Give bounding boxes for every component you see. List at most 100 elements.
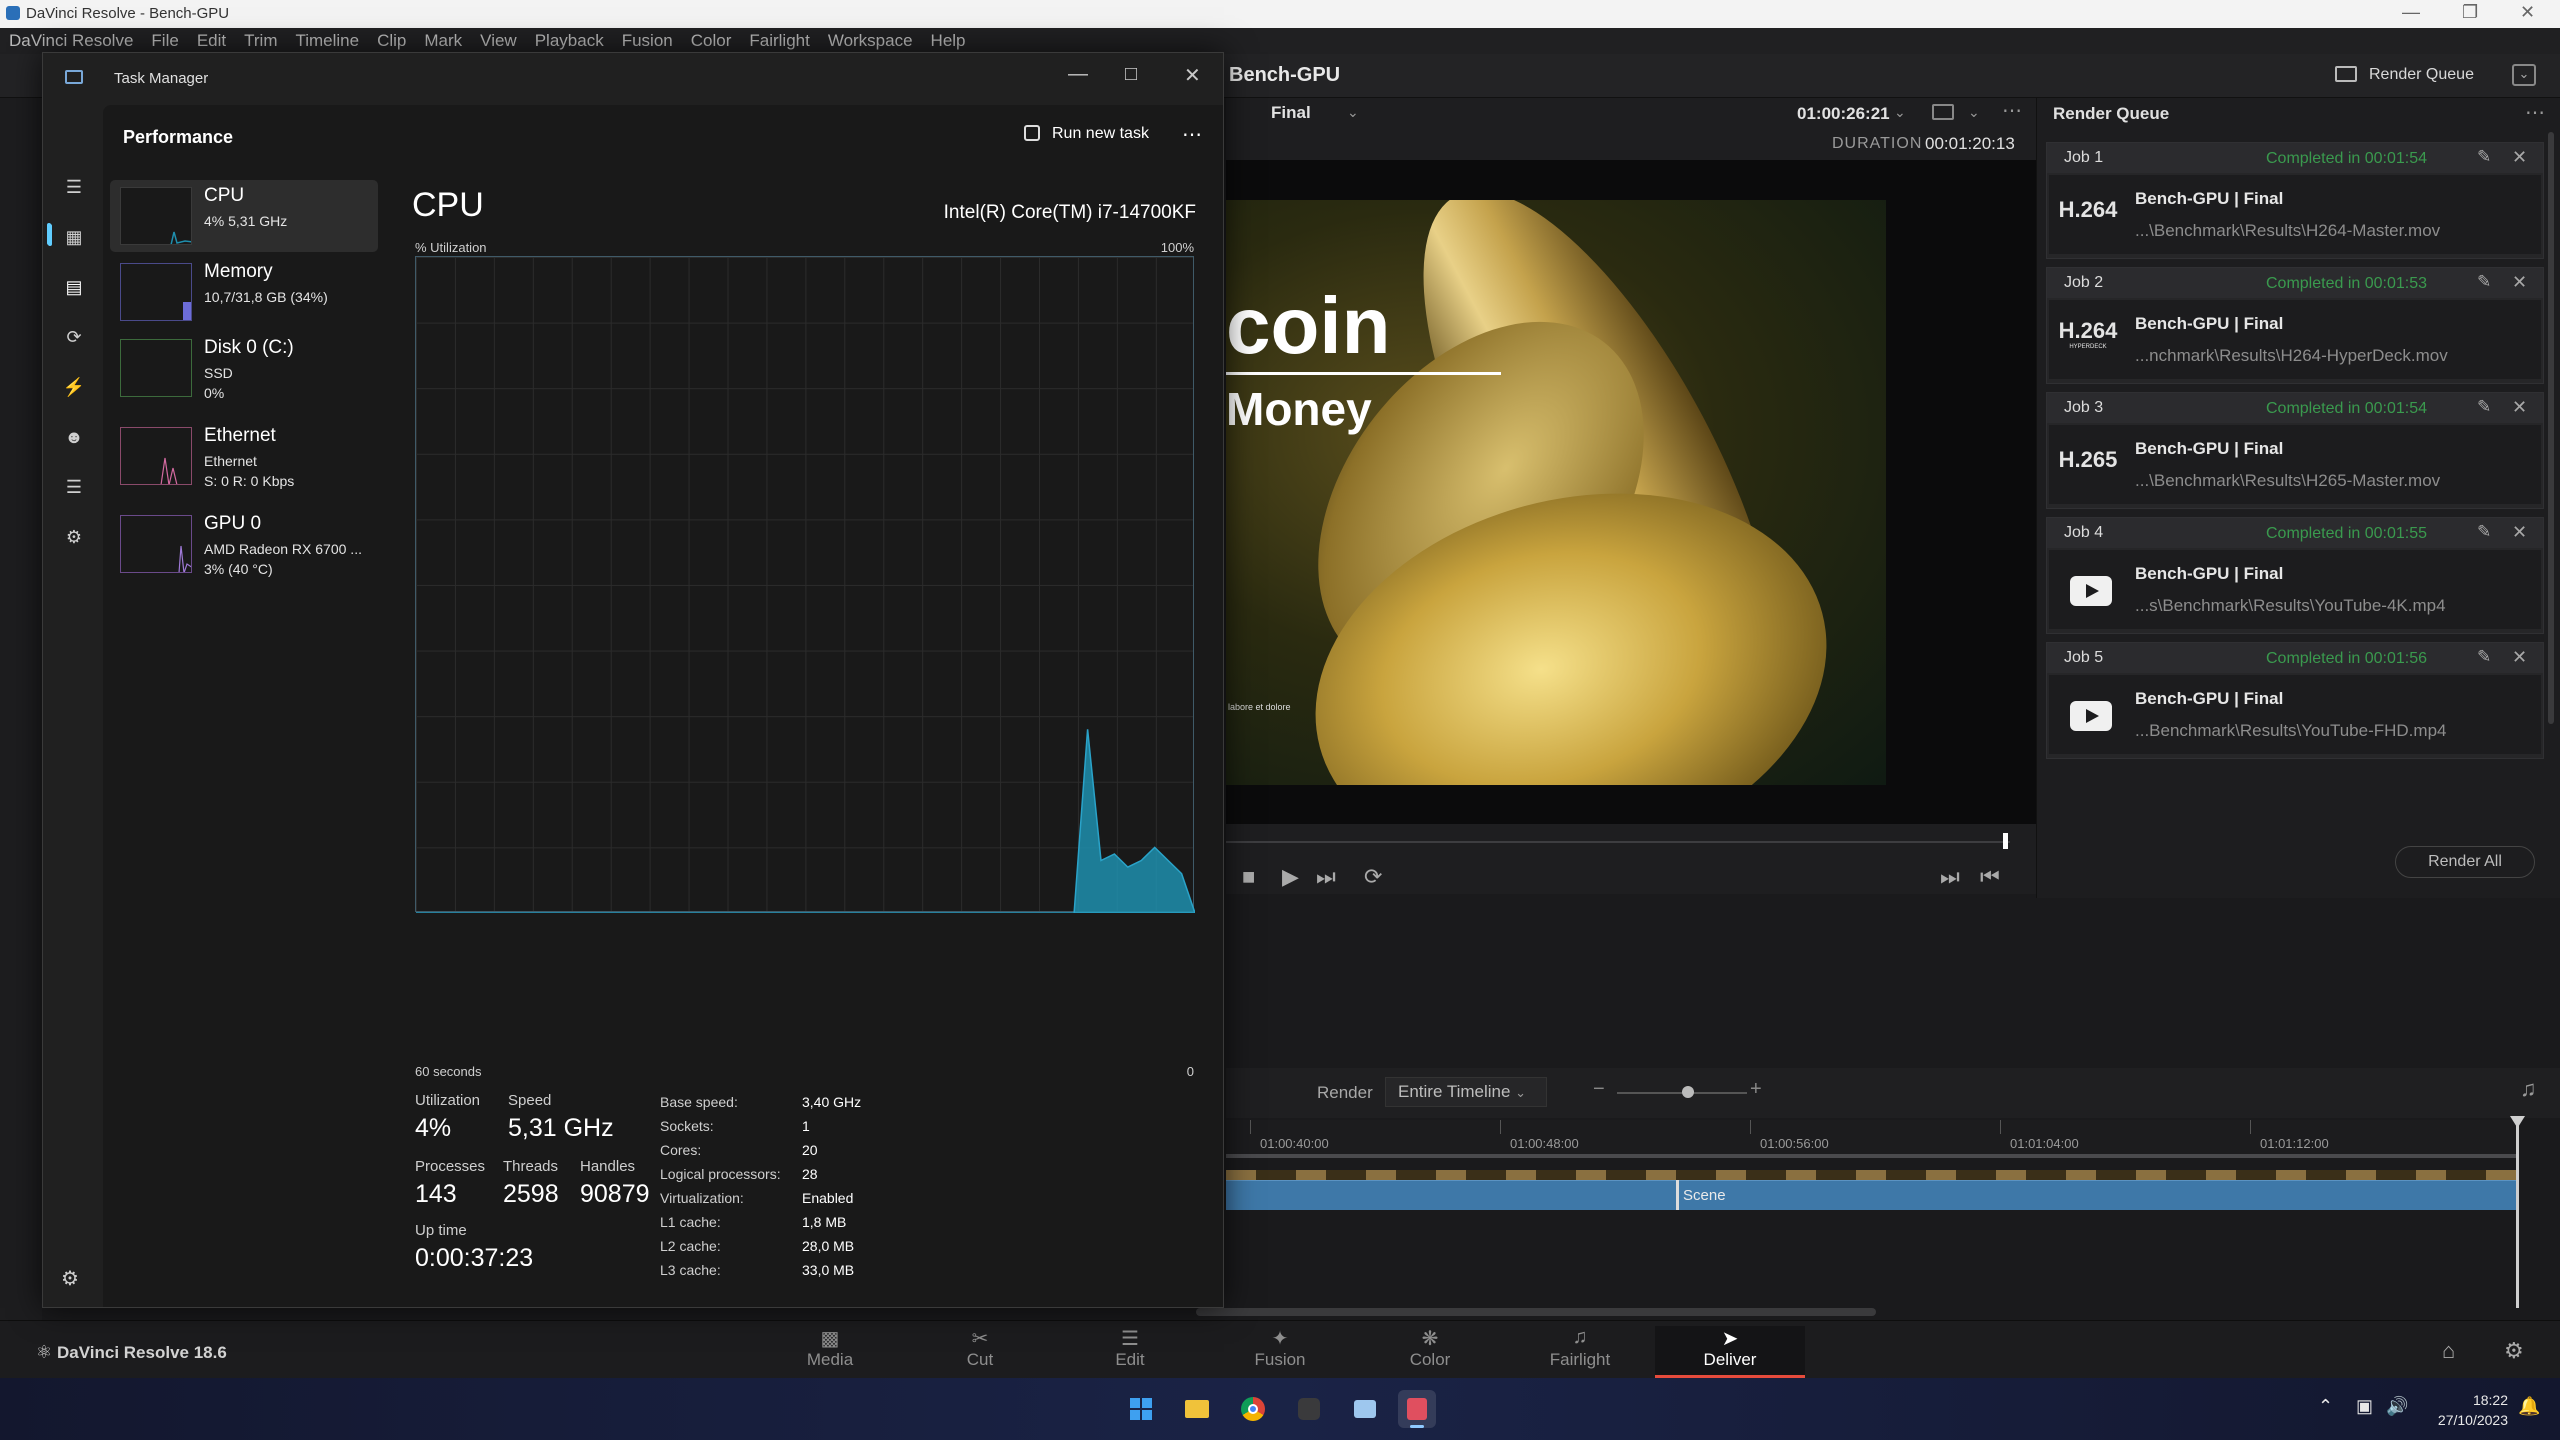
render-queue-options-icon[interactable]: ⋯ [2525, 100, 2545, 125]
viewer-options-icon[interactable]: ⋯ [2002, 98, 2022, 123]
menu-color[interactable]: Color [682, 28, 741, 54]
remove-job-icon[interactable]: ✕ [2512, 397, 2527, 418]
menu-fusion[interactable]: Fusion [613, 28, 682, 54]
viewer-preset[interactable]: Final [1271, 103, 1311, 123]
menu-mark[interactable]: Mark [415, 28, 471, 54]
remove-job-icon[interactable]: ✕ [2512, 647, 2527, 668]
file-explorer-icon[interactable] [1178, 1390, 1216, 1428]
chevron-down-icon[interactable]: ⌄ [1894, 104, 1906, 121]
scrub-playhead[interactable] [2003, 833, 2008, 849]
resource-ethernet[interactable]: Ethernet Ethernet S: 0 R: 0 Kbps [110, 420, 378, 492]
settings-icon[interactable]: ⚙ [61, 1266, 79, 1291]
resource-thumbnail [120, 263, 192, 321]
render-job[interactable]: Job 2 Completed in 00:01:53 ✎ ✕ H.264 HYP… [2046, 267, 2544, 384]
users-icon[interactable]: ☻ [62, 427, 86, 451]
render-range-dropdown[interactable]: Entire Timeline ⌄ [1385, 1077, 1547, 1107]
previous-clip-icon[interactable]: ⏮ [1980, 864, 2000, 890]
next-clip-icon[interactable]: ⏭ [1940, 864, 1960, 890]
resource-memory[interactable]: Memory 10,7/31,8 GB (34%) [110, 256, 378, 328]
chevron-down-icon[interactable]: ⌄ [1347, 104, 1359, 121]
render-queue-button[interactable]: Render Queue [2335, 66, 2474, 84]
timeline-scrollbar[interactable] [1196, 1308, 1876, 1316]
render-job[interactable]: Job 5 Completed in 00:01:56 ✎ ✕ Bench-GP… [2046, 642, 2544, 759]
hamburger-menu-icon[interactable]: ☰ [62, 177, 86, 201]
timeline-playhead[interactable] [2516, 1118, 2519, 1308]
task-manager-taskbar-icon[interactable] [1346, 1390, 1384, 1428]
page-tab-fusion[interactable]: ✦ Fusion [1205, 1326, 1355, 1378]
home-icon[interactable]: ⌂ [2442, 1338, 2455, 1364]
app-history-icon[interactable]: ⟳ [62, 327, 86, 351]
play-icon[interactable]: ▶ [1282, 864, 1299, 890]
network-icon[interactable]: ▣ [2356, 1396, 2373, 1417]
render-all-button[interactable]: Render All [2395, 846, 2535, 878]
minimize-icon[interactable]: — [1068, 63, 1088, 86]
loop-icon[interactable]: ⟳ [1364, 864, 1382, 890]
volume-icon[interactable]: 🔊 [2386, 1396, 2408, 1417]
close-icon[interactable]: ✕ [2520, 2, 2535, 23]
chevron-down-icon[interactable]: ⌄ [1968, 104, 1980, 121]
render-job[interactable]: Job 3 Completed in 00:01:54 ✎ ✕ H.265 Be… [2046, 392, 2544, 509]
page-tab-color[interactable]: ❋ Color [1355, 1326, 1505, 1378]
scrub-bar[interactable] [1226, 841, 2010, 843]
page-tab-deliver[interactable]: ➤ Deliver [1655, 1326, 1805, 1378]
resource-gpu[interactable]: GPU 0 AMD Radeon RX 6700 ... 3% (40 °C) [110, 508, 378, 580]
start-icon[interactable] [1122, 1390, 1160, 1428]
menu-timeline[interactable]: Timeline [286, 28, 368, 54]
render-queue-scrollbar[interactable] [2548, 132, 2554, 724]
video-track-clip[interactable] [1226, 1180, 2516, 1210]
details-icon[interactable]: ☰ [62, 477, 86, 501]
menu-trim[interactable]: Trim [235, 28, 286, 54]
edit-icon[interactable]: ✎ [2477, 147, 2491, 167]
menu-help[interactable]: Help [922, 28, 975, 54]
next-icon[interactable]: ⏭ [1316, 864, 1336, 890]
chrome-icon[interactable] [1234, 1390, 1272, 1428]
performance-icon[interactable]: ▤ [62, 277, 86, 301]
page-tab-cut[interactable]: ✂ Cut [905, 1326, 1055, 1378]
run-new-task-button[interactable]: Run new task [1024, 125, 1149, 143]
notification-bell-icon[interactable]: 🔔 [2518, 1396, 2540, 1417]
page-tab-fairlight[interactable]: ♫ Fairlight [1505, 1326, 1655, 1378]
page-tab-media[interactable]: ▩ Media [755, 1326, 905, 1378]
close-icon[interactable]: ✕ [1184, 63, 1201, 88]
services-icon[interactable]: ⚙ [62, 527, 86, 551]
menu-fairlight[interactable]: Fairlight [740, 28, 818, 54]
remove-job-icon[interactable]: ✕ [2512, 272, 2527, 293]
chevron-up-icon[interactable]: ⌃ [2318, 1396, 2333, 1417]
zoom-out-icon[interactable]: − [1593, 1078, 1605, 1101]
menu-edit[interactable]: Edit [188, 28, 235, 54]
edit-icon[interactable]: ✎ [2477, 522, 2491, 542]
menu-workspace[interactable]: Workspace [819, 28, 922, 54]
settings-icon[interactable]: ⚙ [2504, 1338, 2524, 1364]
menu-clip[interactable]: Clip [368, 28, 415, 54]
processes-icon[interactable]: ▦ [62, 227, 86, 251]
job-body: H.264 Bench-GPU | Final ...\Benchmark\Re… [2049, 175, 2541, 254]
system-clock[interactable]: 18:22 27/10/2023 [2420, 1390, 2508, 1430]
render-job[interactable]: Job 4 Completed in 00:01:55 ✎ ✕ Bench-GP… [2046, 517, 2544, 634]
edit-icon[interactable]: ✎ [2477, 397, 2491, 417]
edit-icon[interactable]: ✎ [2477, 272, 2491, 292]
page-tab-edit[interactable]: ☰ Edit [1055, 1326, 1205, 1378]
stop-icon[interactable]: ■ [1242, 864, 1255, 890]
resource-cpu[interactable]: CPU 4% 5,31 GHz [110, 180, 378, 252]
more-options-icon[interactable]: ⋯ [1182, 122, 1202, 147]
menu-file[interactable]: File [142, 28, 187, 54]
remove-job-icon[interactable]: ✕ [2512, 147, 2527, 168]
edit-icon[interactable]: ✎ [2477, 647, 2491, 667]
zoom-slider-knob[interactable] [1682, 1086, 1694, 1098]
maximize-icon[interactable]: □ [1125, 63, 1137, 86]
startup-apps-icon[interactable]: ⚡ [62, 377, 86, 401]
menu-view[interactable]: View [471, 28, 526, 54]
maximize-icon[interactable]: ❐ [2462, 2, 2478, 23]
menu-playback[interactable]: Playback [526, 28, 613, 54]
viewer-mode-icon[interactable] [1932, 104, 1954, 120]
resource-disk[interactable]: Disk 0 (C:) SSD 0% [110, 332, 378, 404]
davinci-taskbar-icon[interactable] [1290, 1390, 1328, 1428]
minimize-icon[interactable]: — [2402, 2, 2420, 23]
music-note-icon[interactable]: ♫ [2520, 1076, 2537, 1102]
render-job[interactable]: Job 1 Completed in 00:01:54 ✎ ✕ H.264 Be… [2046, 142, 2544, 259]
remove-job-icon[interactable]: ✕ [2512, 522, 2527, 543]
menu-davinci-resolve[interactable]: DaVinci Resolve [0, 28, 142, 54]
snipping-tool-icon[interactable] [1398, 1390, 1436, 1428]
panel-toggle-icon[interactable]: ⌄ [2512, 64, 2536, 86]
zoom-in-icon[interactable]: + [1750, 1078, 1762, 1101]
